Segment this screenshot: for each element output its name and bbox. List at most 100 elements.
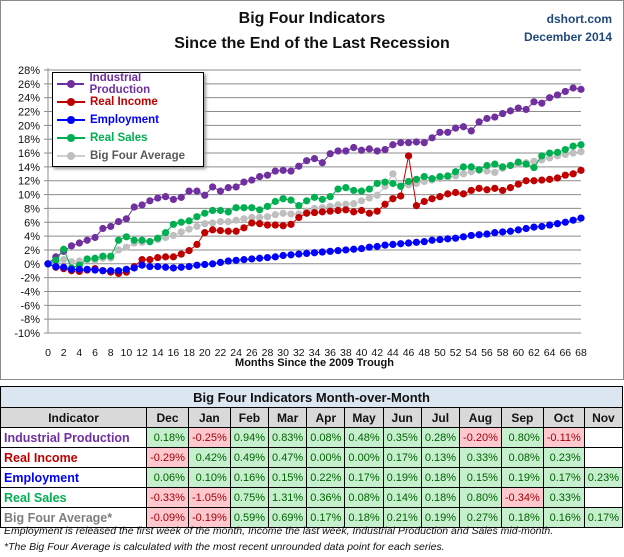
legend-marker xyxy=(57,134,85,142)
data-point xyxy=(491,229,499,237)
data-point xyxy=(546,149,554,157)
data-point xyxy=(373,191,381,199)
data-point xyxy=(107,252,115,260)
data-point xyxy=(326,193,334,201)
column-header: May xyxy=(344,407,384,428)
data-point xyxy=(444,172,452,180)
data-point xyxy=(232,256,240,264)
y-tick-label: -6% xyxy=(20,300,40,312)
data-point xyxy=(216,258,225,267)
data-point xyxy=(412,202,420,210)
data-point xyxy=(224,257,232,265)
table-cell: 0.75% xyxy=(229,487,270,508)
data-point xyxy=(224,217,232,226)
data-point xyxy=(389,170,397,178)
data-point xyxy=(114,236,123,244)
data-point xyxy=(279,166,287,174)
data-point xyxy=(412,175,420,183)
table-cell: 0.94% xyxy=(229,427,270,448)
data-point xyxy=(514,180,522,188)
column-header: Oct xyxy=(542,407,585,428)
data-point xyxy=(232,227,240,235)
data-point xyxy=(577,85,585,93)
table-cell: 0.35% xyxy=(382,427,422,448)
data-point xyxy=(553,174,562,182)
table-cell: 0.06% xyxy=(146,467,189,488)
data-point xyxy=(436,193,444,201)
data-point xyxy=(169,253,178,261)
table-cell: -0.34% xyxy=(500,487,544,508)
data-point xyxy=(209,260,217,268)
data-point xyxy=(83,255,91,263)
data-point xyxy=(209,183,217,191)
data-point xyxy=(318,208,326,216)
data-point xyxy=(357,197,366,205)
table-cell: 0.23% xyxy=(583,467,624,488)
table-cell: -0.33% xyxy=(146,487,189,508)
y-tick-label: 2% xyxy=(24,245,40,257)
data-point xyxy=(499,186,507,195)
data-point xyxy=(154,234,162,242)
data-point xyxy=(483,230,491,238)
legend-marker xyxy=(57,116,85,124)
data-point xyxy=(436,128,444,136)
data-point xyxy=(381,178,389,186)
table-cell xyxy=(583,447,624,468)
column-header: Nov xyxy=(583,407,624,428)
data-point xyxy=(522,224,530,233)
data-point xyxy=(522,160,530,168)
data-point xyxy=(342,206,350,214)
data-point xyxy=(357,206,366,215)
legend-item-big-four-average: Big Four Average xyxy=(57,147,185,165)
data-point xyxy=(553,220,562,228)
column-header: Jun xyxy=(382,407,422,428)
data-point xyxy=(459,233,468,241)
data-point xyxy=(334,206,342,215)
table-cell: 0.36% xyxy=(306,487,346,508)
data-point xyxy=(577,166,585,174)
table-cell: 0.18% xyxy=(420,467,461,488)
data-point xyxy=(169,220,178,228)
data-point xyxy=(475,118,483,126)
data-point xyxy=(506,184,515,192)
data-point xyxy=(185,247,193,255)
column-header: Indicator xyxy=(0,407,148,428)
data-point xyxy=(232,183,240,191)
month-over-month-table: Big Four Indicators Month-over-Month Ind… xyxy=(0,386,624,528)
data-point xyxy=(256,213,264,222)
data-point xyxy=(146,238,154,246)
data-point xyxy=(381,241,389,249)
table-row: Real Sales -0.33% -1.05% 0.75% 1.31% 0.36% 0.0… xyxy=(0,487,624,508)
data-point xyxy=(201,229,209,237)
data-point xyxy=(389,195,397,203)
data-point xyxy=(232,204,240,212)
data-point xyxy=(569,170,577,178)
data-point xyxy=(287,220,295,228)
y-tick-label: 22% xyxy=(18,107,40,119)
data-point xyxy=(122,243,130,251)
data-point xyxy=(138,236,146,244)
data-point xyxy=(169,231,178,240)
legend-label: Real Income xyxy=(90,96,158,108)
data-point xyxy=(193,240,201,249)
table-cell: 0.16% xyxy=(229,467,270,488)
table-cell: 0.15% xyxy=(459,467,502,488)
table-cell: 0.10% xyxy=(187,467,231,488)
y-tick-label: 20% xyxy=(18,120,40,132)
data-point xyxy=(209,206,217,215)
legend-item-real-income: Real Income xyxy=(57,93,158,111)
data-point xyxy=(271,197,279,206)
data-point xyxy=(350,245,358,253)
data-point xyxy=(444,235,452,243)
data-point xyxy=(357,187,366,195)
data-point xyxy=(83,265,91,273)
y-tick-label: 18% xyxy=(18,134,40,146)
data-point xyxy=(161,193,170,201)
data-point xyxy=(522,105,530,114)
data-point xyxy=(389,240,397,249)
data-point xyxy=(287,210,295,218)
data-point xyxy=(365,243,373,251)
data-point xyxy=(357,146,366,154)
data-point xyxy=(546,221,554,229)
data-point xyxy=(404,152,413,160)
